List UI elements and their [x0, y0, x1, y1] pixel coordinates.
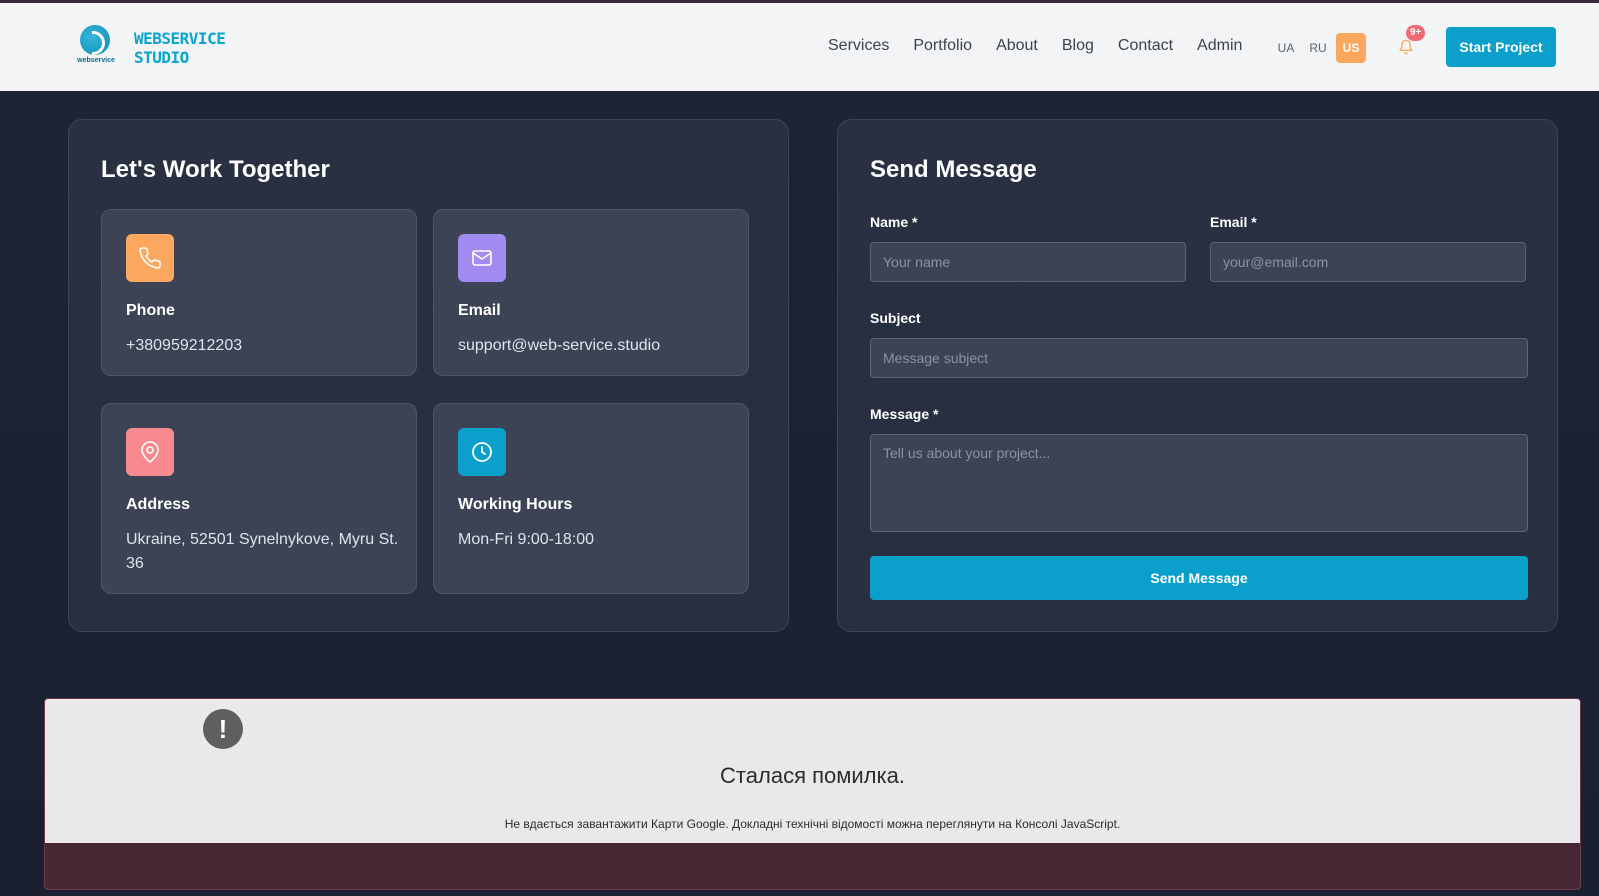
phone-title: Phone: [126, 302, 175, 319]
mail-icon: [458, 234, 506, 282]
nav-blog[interactable]: Blog: [1062, 37, 1094, 55]
map-pin-icon: [126, 428, 174, 476]
language-switcher: UA RU US: [1270, 33, 1366, 63]
address-value: Ukraine, 52501 Synelnykove, Myru St. 36: [126, 531, 399, 572]
map-bottom-strip: [45, 843, 1580, 889]
logo-icon: webservice: [76, 23, 116, 69]
contact-info-panel: Let's Work Together Phone +380959212203 …: [68, 119, 789, 632]
site-header: webservice WEBSERVICE STUDIO Services Po…: [0, 3, 1599, 91]
email-label: Email *: [1210, 214, 1257, 230]
address-card: Address Ukraine, 52501 Synelnykove, Myru…: [101, 403, 417, 594]
phone-icon: [126, 234, 174, 282]
send-message-button[interactable]: Send Message: [870, 556, 1528, 600]
map-error-box: ! Сталася помилка. Не вдається завантажи…: [44, 698, 1581, 890]
logo-text: WEBSERVICE STUDIO: [134, 29, 226, 67]
start-project-button[interactable]: Start Project: [1446, 27, 1556, 67]
error-title: Сталася помилка.: [720, 763, 905, 788]
clock-icon: [458, 428, 506, 476]
hours-card: Working Hours Mon-Fri 9:00-18:00: [433, 403, 749, 594]
hours-title: Working Hours: [458, 496, 573, 513]
nav-contact[interactable]: Contact: [1118, 37, 1173, 55]
logo[interactable]: webservice WEBSERVICE STUDIO: [76, 23, 226, 69]
message-textarea[interactable]: [870, 434, 1528, 532]
notification-badge: 9+: [1406, 25, 1426, 41]
email-input[interactable]: [1210, 242, 1526, 282]
subject-input[interactable]: [870, 338, 1528, 378]
error-text: Не вдається завантажити Карти Google. До…: [504, 817, 1121, 831]
nav-admin[interactable]: Admin: [1197, 37, 1242, 55]
nav-portfolio[interactable]: Portfolio: [913, 37, 972, 55]
subject-label: Subject: [870, 310, 921, 326]
logo-line1: WEBSERVICE: [134, 29, 226, 48]
error-icon: !: [203, 709, 243, 749]
message-form-panel: Send Message Name * Email * Subject Mess…: [837, 119, 1558, 632]
logo-line2: STUDIO: [134, 48, 189, 67]
nav-services[interactable]: Services: [828, 37, 889, 55]
logo-subtext: webservice: [77, 57, 115, 64]
nav-about[interactable]: About: [996, 37, 1038, 55]
form-title: Send Message: [870, 156, 1037, 183]
phone-card: Phone +380959212203: [101, 209, 417, 376]
email-value[interactable]: support@web-service.studio: [458, 334, 733, 358]
address-title: Address: [126, 496, 191, 513]
email-card: Email support@web-service.studio: [433, 209, 749, 376]
main-nav: Services Portfolio About Blog Contact Ad…: [828, 37, 1242, 55]
lang-us[interactable]: US: [1336, 33, 1366, 63]
hours-value: Mon-Fri 9:00-18:00: [458, 531, 595, 548]
name-label: Name *: [870, 214, 918, 230]
bell-icon[interactable]: [1398, 39, 1414, 55]
contact-info-title: Let's Work Together: [101, 156, 330, 183]
lang-ru[interactable]: RU: [1302, 41, 1334, 55]
message-label: Message *: [870, 406, 939, 422]
email-title: Email: [458, 302, 501, 319]
lang-ua[interactable]: UA: [1270, 41, 1302, 55]
name-input[interactable]: [870, 242, 1186, 282]
phone-value[interactable]: +380959212203: [126, 334, 401, 358]
